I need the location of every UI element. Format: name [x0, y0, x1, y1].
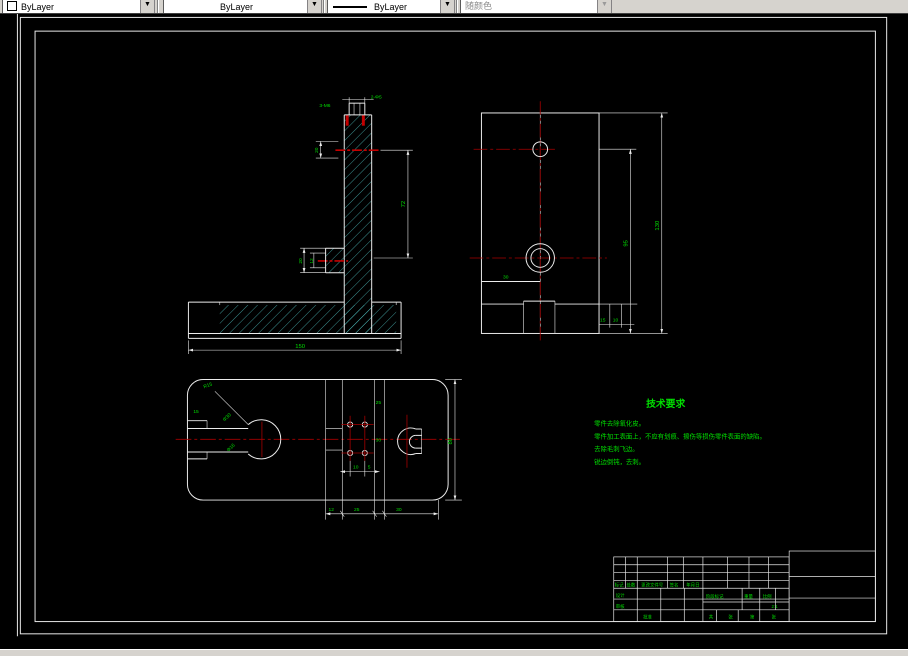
title-block-stage-label: 阶段标记: [706, 593, 724, 600]
command-area-edge: [0, 649, 908, 656]
cad-application-window: ByLayer ▼ ByLayer ▼ ByLayer ▼ 随颜色 ▼ 3-M6…: [0, 0, 908, 656]
color-control-combo[interactable]: ByLayer ▼: [2, 0, 155, 13]
title-block-scale-value: 2:1: [772, 604, 779, 609]
dim-plan-bottom-c: 30: [396, 507, 402, 513]
dim-front-callout-right: 2-Φ5: [371, 94, 382, 100]
side-view: 30 15 10 95 130: [469, 101, 668, 341]
chevron-down-icon: ▼: [597, 0, 611, 13]
dim-plan-bottom-b: 25: [354, 507, 360, 513]
plan-view: R15 15 Φ30 Φ16 25 30 10 5 80 12 25 30: [175, 379, 462, 520]
model-space-canvas[interactable]: 3-M6 2-Φ5 20 72 20 12 150 30 15 10 95 13…: [0, 13, 908, 650]
dim-plan-height: 80: [448, 437, 454, 444]
plotstyle-control-value: 随颜色: [465, 1, 493, 11]
title-block-scale-label: 比例: [763, 593, 772, 600]
tech-requirement-line: 零件去除氧化皮。: [594, 419, 645, 428]
tech-requirement-line: 锐边倒钝，去刺。: [594, 457, 645, 466]
dim-side-foot-b: 10: [613, 318, 619, 324]
title-block-sheet-label: 共: [709, 614, 714, 621]
title-block-label: 处数: [626, 581, 635, 588]
chevron-down-icon[interactable]: ▼: [440, 0, 454, 13]
dim-plan-holes-dx: 10: [353, 465, 359, 471]
toolbar-separator: [456, 0, 458, 13]
chevron-down-icon[interactable]: ▼: [307, 0, 321, 13]
title-block-sheet-label: 张: [728, 614, 733, 621]
tech-requirements-title: 技术要求: [646, 397, 685, 410]
technical-requirements: 技术要求 零件去除氧化皮。 零件加工表面上，不应有划痕、擦伤等损伤零件表面的缺陷…: [594, 397, 766, 466]
dim-side-outer-height: 130: [655, 220, 661, 231]
dim-front-flange-inner: 12: [309, 258, 315, 264]
dim-side-step-width: 30: [503, 275, 509, 281]
title-block-design-label: 设计: [616, 592, 625, 599]
title-block-label: 签名: [670, 581, 679, 588]
lineweight-sample-icon: [333, 6, 367, 8]
title-block-approve-label: 批准: [643, 614, 652, 621]
front-section-view: 3-M6 2-Φ5 20 72 20 12 150: [187, 94, 413, 355]
title-block-sheet-label: 第: [750, 614, 755, 621]
title-block-weight-label: 重量: [744, 593, 753, 600]
linetype-control-combo[interactable]: ByLayer ▼: [163, 0, 322, 13]
dim-plan-band-mid: 30: [376, 437, 382, 443]
properties-toolbar: ByLayer ▼ ByLayer ▼ ByLayer ▼ 随颜色 ▼: [0, 0, 908, 14]
tech-requirement-line: 零件加工表面上，不应有划痕、擦伤等损伤零件表面的缺陷。: [594, 431, 766, 440]
title-block-label: 更改文件号: [641, 581, 664, 588]
lineweight-control-combo[interactable]: ByLayer ▼: [327, 0, 455, 13]
dim-plan-bottom-a: 12: [329, 507, 335, 513]
title-block-check-label: 审核: [616, 603, 625, 610]
dim-front-col-height: 72: [401, 201, 407, 208]
toolbar-separator: [323, 0, 325, 13]
title-block-sheet-label: 张: [772, 614, 777, 621]
paper-border: [16, 13, 888, 637]
dim-plan-bore: Φ30: [222, 412, 233, 423]
color-swatch-icon: [7, 1, 17, 11]
dim-side-foot-a: 15: [600, 318, 606, 324]
title-block: 标记 处数 更改文件号 签名 年月日 设计 审核 批准 阶段标记 重量 比例 2…: [613, 550, 876, 622]
title-block-label: 标记: [615, 581, 624, 588]
dim-front-flange-outer: 20: [298, 258, 304, 264]
toolbar-separator: [157, 0, 159, 13]
tech-requirement-line: 去除毛刺飞边。: [594, 444, 639, 453]
dim-plan-radius: R15: [203, 381, 214, 390]
chevron-down-icon[interactable]: ▼: [140, 0, 154, 13]
dim-plan-holes-d: 5: [368, 465, 371, 471]
dim-front-base-width: 150: [295, 344, 306, 350]
plotstyle-control-combo[interactable]: 随颜色 ▼: [460, 0, 612, 13]
dim-plan-band-top: 25: [376, 400, 382, 406]
title-block-label: 年月日: [686, 581, 699, 588]
dim-side-inner-height: 95: [623, 239, 629, 246]
dim-front-hole-offset: 20: [314, 147, 320, 153]
dim-plan-slot-width: 15: [193, 409, 199, 415]
dim-front-callout-left: 3-M6: [319, 103, 330, 109]
